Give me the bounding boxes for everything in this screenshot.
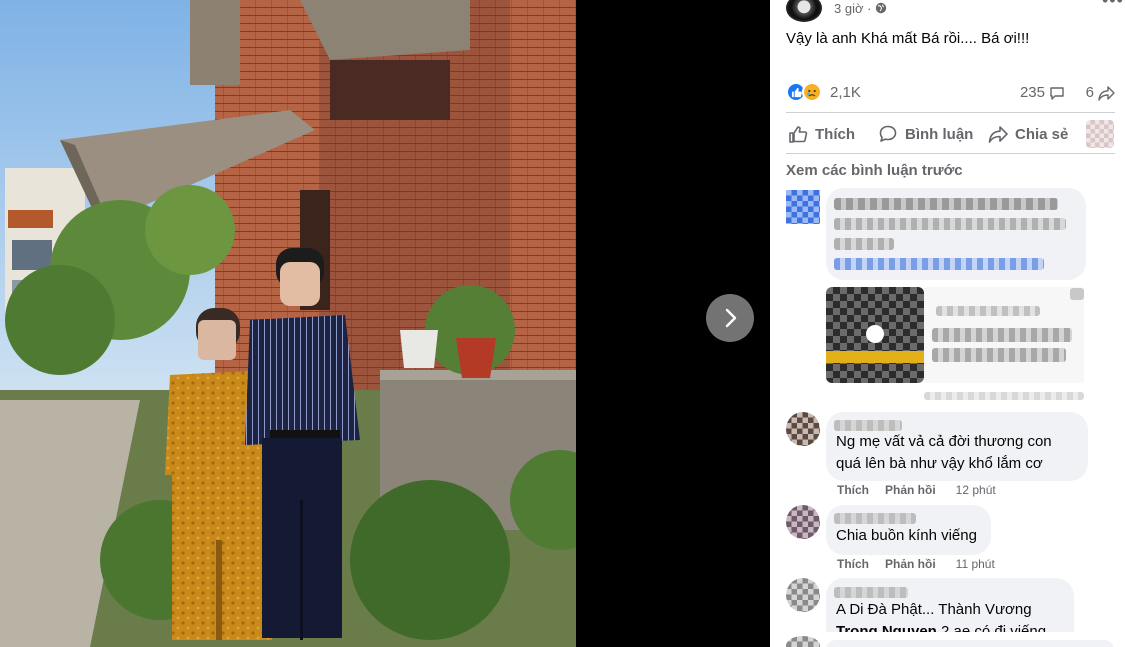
blurred-link[interactable]: [834, 258, 1044, 270]
divider: [786, 153, 1115, 154]
view-previous-comments-link[interactable]: Xem các bình luận trước: [786, 162, 963, 179]
sad-reaction-icon: [802, 82, 822, 102]
comment-button[interactable]: Bình luận: [878, 118, 973, 150]
divider: [786, 112, 1115, 113]
chevron-right-icon: [725, 308, 737, 328]
blurred-text: [932, 348, 1066, 362]
commenter-avatar[interactable]: [786, 505, 820, 539]
more-options-icon[interactable]: •••: [1102, 0, 1124, 11]
share-button-label: Chia sẻ: [1015, 125, 1069, 143]
like-button-label: Thích: [815, 125, 855, 143]
share-arrow-icon: [1098, 85, 1115, 101]
post-text: Vậy là anh Khá mất Bá rồi.... Bá ơi!!!: [786, 30, 1030, 47]
post-time[interactable]: 3 giờ ·: [834, 1, 875, 16]
commenter-avatar[interactable]: [786, 190, 820, 224]
comment-text: Ng mẹ vất vả cả đời thương con: [836, 433, 1052, 450]
blurred-text: [834, 218, 1066, 230]
share-button[interactable]: Chia sẻ: [988, 118, 1068, 150]
comment-meta: Thích Phản hồi 11 phút: [837, 557, 995, 571]
commenter-name-blurred[interactable]: [834, 420, 902, 431]
commenter-avatar[interactable]: [786, 578, 820, 612]
commenter-avatar-selector[interactable]: [1086, 120, 1114, 148]
comment-time[interactable]: 12 phút: [956, 483, 996, 497]
comment-meta: Thích Phản hồi 12 phút: [837, 483, 996, 497]
commenter-avatar[interactable]: [786, 412, 820, 446]
globe-icon: [875, 2, 887, 14]
blurred-text: [932, 328, 1072, 342]
post-actions: Thích Bình luận Chia sẻ: [786, 118, 1125, 150]
facebook-photo-viewer: 3 giờ · ••• Vậy là anh Khá mất Bá rồi...…: [0, 0, 1125, 647]
comment-like-link[interactable]: Thích: [837, 557, 869, 571]
comment-bubble: [826, 640, 1114, 647]
commenter-name-blurred[interactable]: [834, 587, 908, 598]
comment-text: A Di Đà Phật... Thành Vương: [836, 601, 1032, 618]
speech-bubble-icon: [879, 125, 897, 142]
reaction-count[interactable]: 2,1K: [830, 84, 861, 101]
blurred-text: [924, 392, 1084, 400]
comment-reply-link[interactable]: Phản hồi: [885, 483, 936, 497]
like-button[interactable]: Thích: [788, 118, 855, 150]
blurred-text: [834, 238, 894, 250]
photo-image: [0, 0, 576, 647]
post-photo: [0, 0, 576, 647]
blurred-text: [834, 198, 1058, 210]
author-avatar[interactable]: [786, 0, 822, 22]
post-meta: 3 giờ ·: [834, 1, 887, 16]
blurred-text: [936, 306, 1040, 316]
comment-count[interactable]: 235: [1020, 84, 1065, 101]
reaction-summary[interactable]: 2,1K 235 6: [786, 82, 1115, 104]
commenter-name-blurred[interactable]: [834, 513, 916, 524]
comment-like-link[interactable]: Thích: [837, 483, 869, 497]
comment-button-label: Bình luận: [905, 125, 974, 143]
post-side-panel: 3 giờ · ••• Vậy là anh Khá mất Bá rồi...…: [770, 0, 1125, 647]
share-arrow-icon: [988, 126, 1008, 143]
comment-count-value: 235: [1019, 84, 1045, 101]
share-count[interactable]: 6: [1086, 84, 1115, 101]
next-photo-button[interactable]: [706, 294, 754, 342]
comment-text: Chia buồn kính viếng: [836, 527, 977, 544]
share-count-value: 6: [1085, 84, 1094, 101]
photo-viewer: [0, 0, 770, 647]
comment-text: quá lên bà như vậy khổ lắm cơ: [836, 455, 1043, 472]
comment-reply-link[interactable]: Phản hồi: [885, 557, 936, 571]
speech-bubble-icon: [1050, 86, 1064, 100]
blurred-icon: [1070, 288, 1084, 300]
thumbs-up-icon: [789, 126, 808, 143]
comment-time[interactable]: 11 phút: [956, 557, 995, 571]
link-preview-thumbnail[interactable]: [826, 287, 924, 383]
